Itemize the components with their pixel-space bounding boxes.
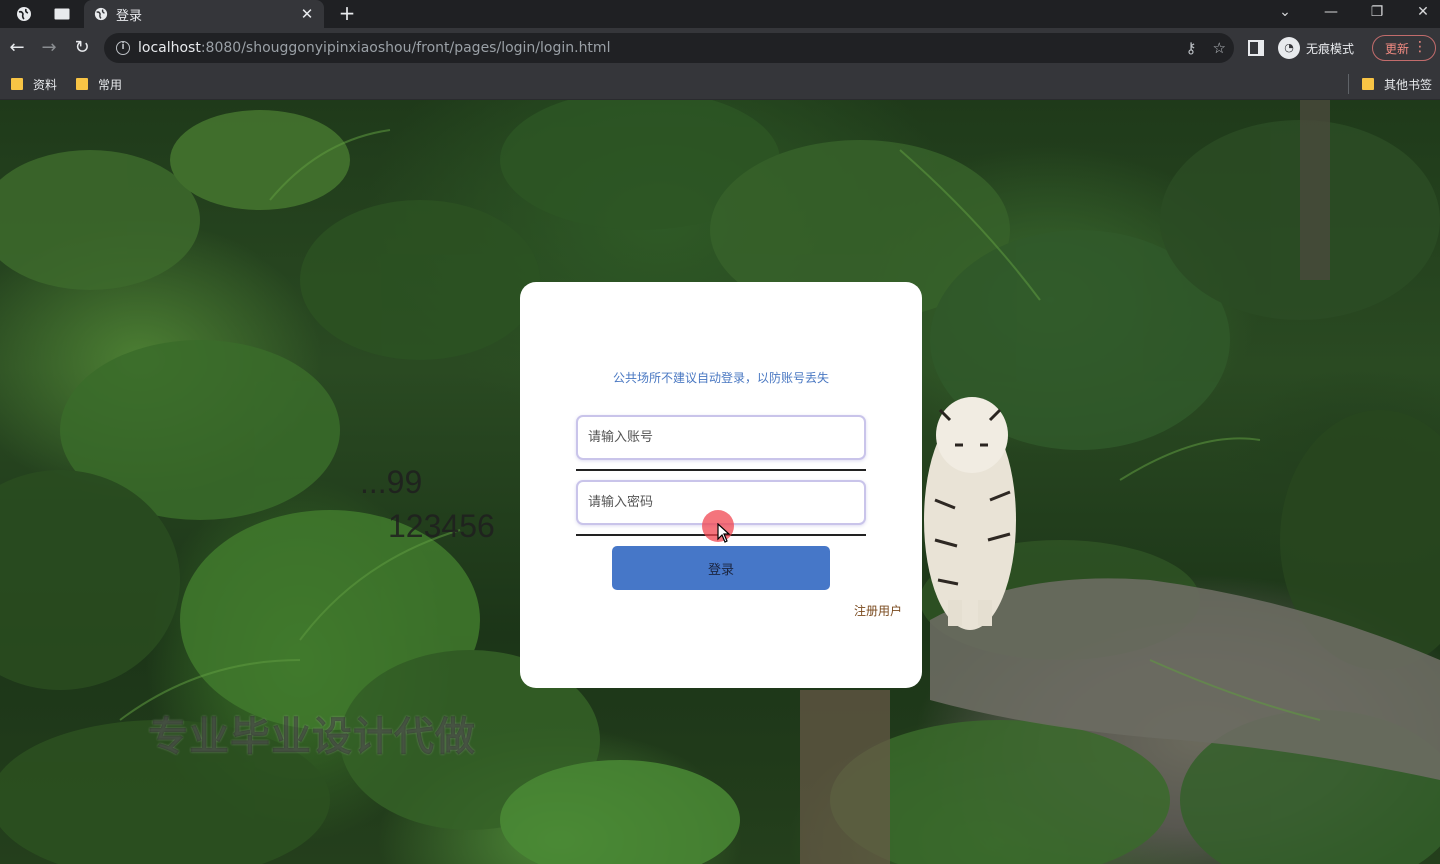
video-overlay-username: ...99 [360, 464, 423, 500]
bookmark-folder-0[interactable]: 资料 [11, 75, 57, 93]
reload-icon[interactable]: ↻ [68, 34, 96, 62]
username-field [576, 415, 866, 460]
tab-dropdown-icon[interactable]: ⌄ [1262, 0, 1308, 26]
key-icon[interactable]: ⚷ [1186, 39, 1197, 57]
tab-login[interactable]: 登录 ✕ [84, 0, 324, 28]
update-label: 更新 [1385, 41, 1410, 56]
login-card: 公共场所不建议自动登录，以防账号丢失 登录 注册用户 [520, 282, 922, 688]
bookmark-star-icon[interactable]: ☆ [1213, 39, 1226, 57]
tab-search-icon[interactable] [42, 0, 82, 28]
video-overlay-password: 123456 [388, 508, 495, 544]
menu-dots-icon[interactable]: ⋮ [1413, 39, 1427, 55]
url-host: localhost [138, 40, 201, 56]
other-bookmarks[interactable]: 其他书签 [1362, 75, 1432, 93]
incognito-icon: ◔ [1278, 37, 1300, 59]
tab-favicon-icon [94, 7, 108, 21]
auto-login-hint: 公共场所不建议自动登录，以防账号丢失 [612, 371, 829, 385]
address-bar[interactable]: i localhost:8080/shouggonyipinxiaoshou/f… [104, 33, 1234, 63]
site-info-icon[interactable]: i [116, 41, 130, 55]
bookmark-label: 资料 [33, 77, 58, 92]
back-arrow-icon[interactable]: ← [3, 34, 31, 62]
tiger-figure [924, 397, 1016, 630]
bookmark-folder-1[interactable]: 常用 [76, 75, 122, 93]
restore-button[interactable]: ❐ [1354, 0, 1400, 26]
bookmark-label: 常用 [98, 77, 123, 92]
incognito-profile[interactable]: ◔ 无痕模式 [1278, 36, 1354, 60]
browser-toolbar: ← → ↻ i localhost:8080/shouggonyipinxiao… [0, 28, 1440, 68]
mouse-pointer-icon [717, 523, 731, 543]
folder-icon [76, 78, 88, 90]
folder-icon [11, 78, 23, 90]
register-link[interactable]: 注册用户 [854, 602, 902, 619]
new-tab-button[interactable]: + [334, 0, 360, 28]
minimize-button[interactable]: — [1308, 0, 1354, 26]
folder-icon [1362, 78, 1374, 90]
username-underline [576, 469, 866, 471]
other-bookmarks-label: 其他书签 [1384, 77, 1433, 92]
side-panel-icon[interactable] [1248, 40, 1264, 56]
update-button[interactable]: 更新 ⋮ [1372, 35, 1436, 61]
globe-icon[interactable] [4, 0, 44, 28]
watermark-text: 专业毕业设计代做 [148, 713, 476, 760]
url-path: :8080/shouggonyipinxiaoshou/front/pages/… [200, 40, 611, 56]
tab-strip: 登录 ✕ + ⌄ — ❐ ✕ [0, 0, 1440, 30]
login-page: 专业毕业设计代做 ...99 123456 公共场所不建议自动登录，以防账号丢失… [0, 100, 1440, 864]
forward-arrow-icon[interactable]: → [35, 34, 63, 62]
tab-title: 登录 [116, 8, 143, 24]
tab-close-icon[interactable]: ✕ [296, 5, 318, 23]
profile-label: 无痕模式 [1306, 41, 1355, 56]
login-button[interactable]: 登录 [612, 546, 830, 590]
bookmarks-divider [1348, 74, 1349, 94]
username-input[interactable] [578, 417, 864, 458]
bookmarks-bar: 资料 常用 其他书签 [0, 68, 1440, 100]
close-window-button[interactable]: ✕ [1400, 0, 1440, 26]
